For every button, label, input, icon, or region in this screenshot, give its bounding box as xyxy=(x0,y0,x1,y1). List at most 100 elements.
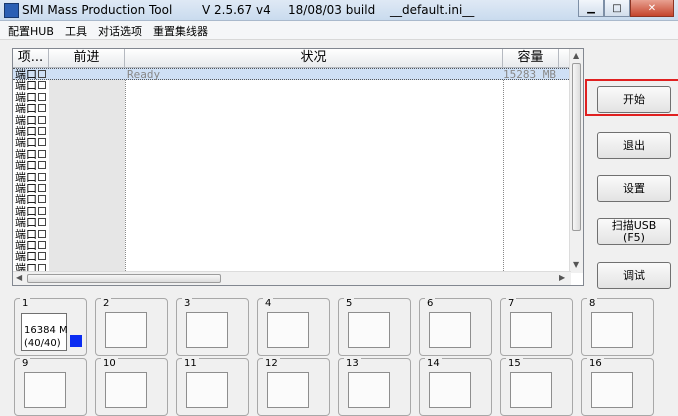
settings-button[interactable]: 设置 xyxy=(597,175,671,202)
port-progress: (40/40) xyxy=(24,338,61,349)
port-capacity: 16384 M xyxy=(24,325,68,336)
horizontal-scrollbar[interactable]: ◀ ▶ xyxy=(13,271,571,285)
port-checkbox[interactable] xyxy=(38,172,46,181)
column-header-item[interactable]: 项... xyxy=(13,49,49,68)
scan-usb-button[interactable]: 扫描USB (F5) xyxy=(597,218,671,245)
port-slot[interactable]: 3 xyxy=(176,298,249,356)
table-row[interactable]: 端口 xyxy=(13,80,573,91)
port-status-panel[interactable] xyxy=(510,312,552,348)
table-row[interactable]: 端口 xyxy=(13,172,573,183)
table-row[interactable]: 端口 xyxy=(13,206,573,217)
port-slot[interactable]: 2 xyxy=(95,298,168,356)
port-status-panel[interactable] xyxy=(267,372,309,408)
close-button[interactable]: ✕ xyxy=(630,0,674,17)
port-cell: 端口 xyxy=(15,206,46,217)
port-slot[interactable]: 5 xyxy=(338,298,411,356)
port-checkbox[interactable] xyxy=(38,92,46,101)
table-row[interactable]: 端口 xyxy=(13,149,573,160)
scroll-down-icon[interactable]: ▼ xyxy=(573,260,579,269)
port-number: 4 xyxy=(263,298,274,309)
scroll-left-icon[interactable]: ◀ xyxy=(16,273,22,282)
port-status-panel[interactable] xyxy=(186,372,228,408)
port-status-panel[interactable] xyxy=(186,312,228,348)
port-slot[interactable]: 6 xyxy=(419,298,492,356)
table-row[interactable]: 端口 xyxy=(13,229,573,240)
port-status-panel[interactable] xyxy=(591,312,633,348)
port-slot[interactable]: 8 xyxy=(581,298,654,356)
table-row[interactable]: 端口 xyxy=(13,217,573,228)
column-header-progress[interactable]: 前进 xyxy=(49,49,125,68)
table-row[interactable]: 端口 xyxy=(13,137,573,148)
port-checkbox[interactable] xyxy=(38,81,46,90)
port-slot[interactable]: 7 xyxy=(500,298,573,356)
port-status-panel[interactable] xyxy=(510,372,552,408)
port-checkbox[interactable] xyxy=(38,115,46,124)
port-status-panel[interactable] xyxy=(591,372,633,408)
table-row[interactable]: 端口 xyxy=(13,251,573,262)
port-checkbox[interactable] xyxy=(38,229,46,238)
horizontal-scroll-thumb[interactable] xyxy=(27,274,221,283)
port-status-panel[interactable] xyxy=(105,372,147,408)
scroll-right-icon[interactable]: ▶ xyxy=(559,273,565,282)
port-slot[interactable]: 15 xyxy=(500,358,573,416)
port-checkbox[interactable] xyxy=(38,184,46,192)
port-slot[interactable]: 11 xyxy=(176,358,249,416)
exit-button[interactable]: 退出 xyxy=(597,132,671,159)
port-status-table[interactable]: 项... 前进 状况 容量 端口 Ready 15283 MB 端口 端口 端口 端口 端口端… xyxy=(12,48,584,286)
column-header-status[interactable]: 状况 xyxy=(125,49,503,68)
port-slot[interactable]: 12 xyxy=(257,358,330,416)
menu-dialog-options[interactable]: 对话选项 xyxy=(98,23,142,39)
port-disk-info: 16384 M (40/40) xyxy=(24,324,68,350)
port-slot[interactable]: 13 xyxy=(338,358,411,416)
port-checkbox[interactable] xyxy=(38,138,46,147)
port-checkbox[interactable] xyxy=(38,149,46,158)
port-status-panel[interactable] xyxy=(267,312,309,348)
table-row[interactable]: 端口 xyxy=(13,194,573,205)
minimize-icon: ▁ xyxy=(587,2,595,14)
port-status-panel[interactable] xyxy=(429,312,471,348)
port-slot[interactable]: 1 16384 M (40/40) xyxy=(14,298,87,356)
table-row[interactable]: 端口 xyxy=(13,103,573,114)
minimize-button[interactable]: ▁ xyxy=(578,0,604,17)
table-row[interactable]: 端口 xyxy=(13,92,573,103)
port-checkbox[interactable] xyxy=(38,206,46,215)
port-checkbox[interactable] xyxy=(38,161,46,170)
table-row[interactable]: 端口 Ready 15283 MB xyxy=(13,69,573,80)
table-row[interactable]: 端口 xyxy=(13,240,573,251)
maximize-button[interactable]: □ xyxy=(604,0,630,17)
table-row[interactable]: 端口 xyxy=(13,183,573,194)
port-status-panel[interactable] xyxy=(105,312,147,348)
scroll-up-icon[interactable]: ▲ xyxy=(573,51,579,60)
debug-button[interactable]: 调试 xyxy=(597,262,671,289)
port-slot[interactable]: 14 xyxy=(419,358,492,416)
port-checkbox[interactable] xyxy=(38,252,46,261)
port-slot[interactable]: 9 xyxy=(14,358,87,416)
table-row[interactable]: 端口 xyxy=(13,115,573,126)
port-number: 2 xyxy=(101,298,112,309)
port-status-panel[interactable] xyxy=(429,372,471,408)
port-checkbox[interactable] xyxy=(38,104,46,113)
vertical-scroll-thumb[interactable] xyxy=(572,63,581,231)
column-header-capacity[interactable]: 容量 xyxy=(503,49,559,68)
port-slot[interactable]: 4 xyxy=(257,298,330,356)
port-cell: 端口 xyxy=(15,160,46,171)
port-checkbox[interactable] xyxy=(38,218,46,227)
port-checkbox[interactable] xyxy=(38,127,46,135)
port-status-panel[interactable]: 16384 M (40/40) xyxy=(21,313,68,351)
port-slot[interactable]: 16 xyxy=(581,358,654,416)
start-button[interactable]: 开始 xyxy=(597,86,671,113)
port-checkbox[interactable] xyxy=(38,241,46,249)
port-status-panel[interactable] xyxy=(348,372,390,408)
port-checkbox[interactable] xyxy=(38,70,46,78)
vertical-scrollbar[interactable]: ▲ ▼ xyxy=(569,49,583,273)
port-cell: 端口 xyxy=(15,194,46,205)
menu-reset-hub[interactable]: 重置集线器 xyxy=(153,23,208,39)
port-slot[interactable]: 10 xyxy=(95,358,168,416)
table-row[interactable]: 端口 xyxy=(13,160,573,171)
menu-config-hub[interactable]: 配置HUB xyxy=(8,23,54,39)
port-checkbox[interactable] xyxy=(38,195,46,204)
port-status-panel[interactable] xyxy=(24,372,66,408)
port-status-panel[interactable] xyxy=(348,312,390,348)
table-row[interactable]: 端口 xyxy=(13,126,573,137)
menu-tools[interactable]: 工具 xyxy=(65,23,87,39)
